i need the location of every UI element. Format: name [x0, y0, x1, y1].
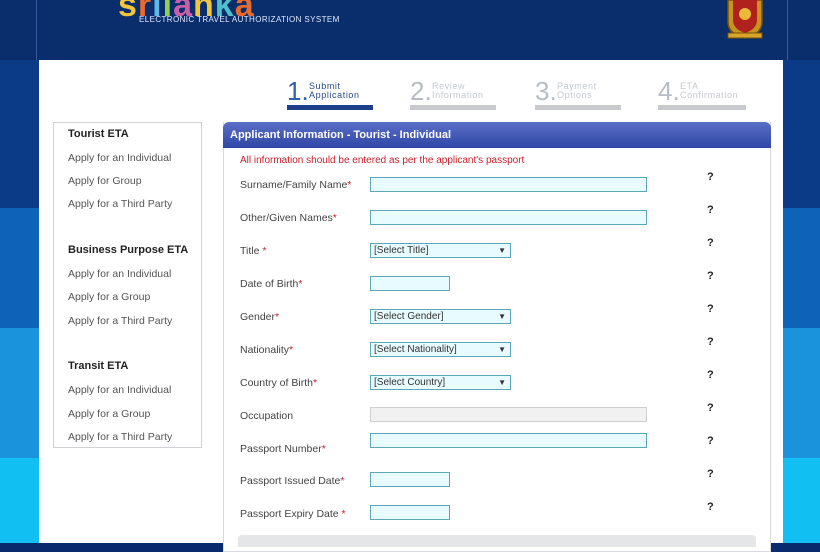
dob-input[interactable]: [370, 276, 450, 291]
passport-note: All information should be entered as per…: [240, 155, 525, 166]
passport-expiry-date-label: Passport Expiry Date *: [240, 508, 346, 520]
gender-select[interactable]: [Select Gender] ▼: [370, 309, 511, 324]
nationality-help-icon[interactable]: ?: [707, 336, 714, 348]
sidebar-item-tourist-third-party[interactable]: Apply for a Third Party: [68, 198, 172, 210]
system-title: ELECTRONIC TRAVEL AUTHORIZATION SYSTEM: [139, 15, 340, 24]
chevron-down-icon: ▼: [498, 345, 506, 354]
occupation-label: Occupation: [240, 410, 294, 422]
dob-help-icon[interactable]: ?: [707, 270, 714, 282]
sidebar-item-transit-third-party[interactable]: Apply for a Third Party: [68, 431, 172, 443]
surname-label: Surname/Family Name*: [240, 179, 352, 191]
title-label: Title *: [240, 245, 267, 257]
form-footer-bar: [238, 535, 756, 547]
chevron-down-icon: ▼: [498, 246, 506, 255]
country-of-birth-select[interactable]: [Select Country] ▼: [370, 375, 511, 390]
occupation-help-icon[interactable]: ?: [707, 402, 714, 414]
country-of-birth-help-icon[interactable]: ?: [707, 369, 714, 381]
given-names-label: Other/Given Names*: [240, 212, 337, 224]
dob-label: Date of Birth*: [240, 278, 303, 290]
given-names-input[interactable]: [370, 210, 647, 225]
nationality-label: Nationality*: [240, 344, 294, 356]
sidebar-item-tourist-individual[interactable]: Apply for an Individual: [68, 152, 171, 164]
sidebar-heading-transit: Transit ETA: [68, 360, 129, 372]
passport-number-help-icon[interactable]: ?: [707, 435, 714, 447]
passport-expiry-date-help-icon[interactable]: ?: [707, 501, 714, 513]
surname-input[interactable]: [370, 177, 647, 192]
country-of-birth-label: Country of Birth*: [240, 377, 318, 389]
occupation-input[interactable]: [370, 407, 647, 422]
national-emblem-icon: [727, 0, 763, 39]
sidebar-item-business-third-party[interactable]: Apply for a Third Party: [68, 315, 172, 327]
sidebar-item-business-group[interactable]: Apply for a Group: [68, 291, 150, 303]
nationality-select[interactable]: [Select Nationality] ▼: [370, 342, 511, 357]
given-names-help-icon[interactable]: ?: [707, 204, 714, 216]
sidebar: Tourist ETA Apply for an Individual Appl…: [53, 122, 202, 448]
title-help-icon[interactable]: ?: [707, 237, 714, 249]
sidebar-item-business-individual[interactable]: Apply for an Individual: [68, 268, 171, 280]
chevron-down-icon: ▼: [498, 378, 506, 387]
passport-issued-date-input[interactable]: [370, 472, 450, 487]
main-page: 1. Submit Application 2. Review Informatio…: [39, 60, 783, 552]
passport-expiry-date-input[interactable]: [370, 505, 450, 520]
title-select[interactable]: [Select Title] ▼: [370, 243, 511, 258]
chevron-down-icon: ▼: [498, 312, 506, 321]
passport-number-label: Passport Number*: [240, 443, 326, 455]
form-header: Applicant Information - Tourist - Indivi…: [223, 122, 771, 148]
gender-label: Gender*: [240, 311, 280, 323]
sidebar-item-tourist-group[interactable]: Apply for Group: [68, 175, 142, 187]
passport-issued-date-help-icon[interactable]: ?: [707, 468, 714, 480]
surname-help-icon[interactable]: ?: [707, 171, 714, 183]
sidebar-heading-tourist: Tourist ETA: [68, 128, 129, 140]
passport-number-input[interactable]: [370, 433, 647, 448]
passport-issued-date-label: Passport Issued Date*: [240, 475, 345, 487]
sidebar-heading-business: Business Purpose ETA: [68, 244, 189, 256]
sidebar-item-transit-group[interactable]: Apply for a Group: [68, 408, 150, 420]
sidebar-item-transit-individual[interactable]: Apply for an Individual: [68, 384, 171, 396]
gender-help-icon[interactable]: ?: [707, 303, 714, 315]
